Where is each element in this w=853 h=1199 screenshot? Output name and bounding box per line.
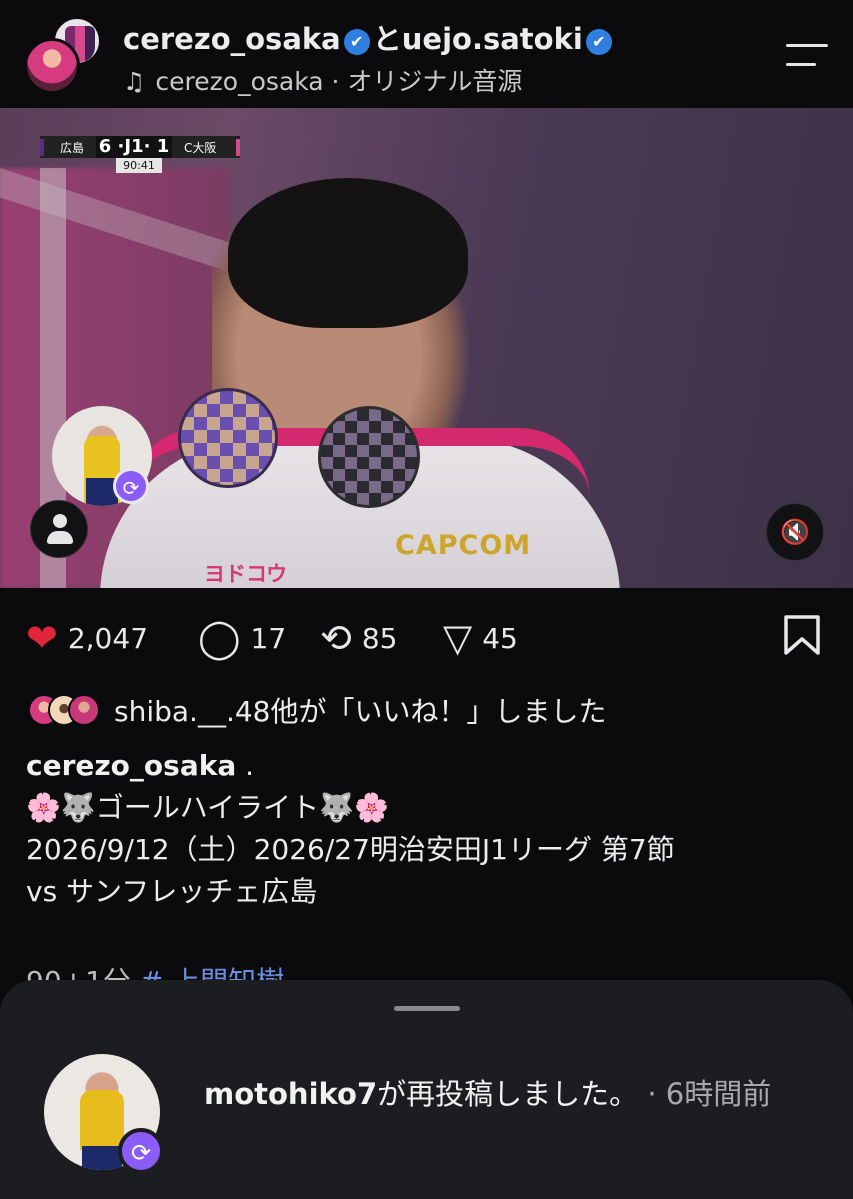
- audio-text: cerezo_osaka · オリジナル音源: [155, 67, 523, 96]
- like-count: 2,047: [67, 621, 149, 655]
- post-authors: cerezo_osaka ✔ とuejo.satoki ✔: [123, 16, 615, 58]
- author-connector: と: [372, 22, 402, 56]
- post-caption: cerezo_osaka . 🌸🐺ゴールハイライト🐺🌸 2026/9/12（土）…: [26, 745, 826, 913]
- away-team: C大阪: [172, 138, 240, 156]
- uejo-avatar[interactable]: [24, 38, 80, 94]
- caption-separator: .: [236, 749, 255, 782]
- mute-icon[interactable]: 🔇: [766, 503, 824, 561]
- music-note-icon: ♫: [123, 67, 146, 96]
- pixelated-user-bubble-2[interactable]: [318, 406, 420, 508]
- menu-icon[interactable]: [786, 44, 828, 68]
- jersey-shape: [80, 1090, 124, 1150]
- match-clock: 90:41: [116, 158, 162, 173]
- likes-summary[interactable]: shiba.__.48他が「いいね！」しました: [28, 688, 606, 732]
- sponsor-logo-secondary: ヨドコウ: [204, 562, 288, 586]
- verified-badge-icon-2: ✔: [585, 29, 612, 55]
- comment-button[interactable]: ◯ 17: [198, 618, 286, 658]
- collab-avatars[interactable]: [24, 16, 104, 96]
- score: 6 ·J1· 1: [96, 136, 172, 158]
- comment-count: 17: [250, 621, 287, 655]
- repost-sheet: ⟳ motohiko7が再投稿しました。 · 6時間前: [0, 980, 853, 1199]
- menu-line: [786, 44, 828, 47]
- pixelated-user-bubble[interactable]: [178, 388, 278, 488]
- person-icon-head: [53, 514, 67, 528]
- share-button[interactable]: ▽ 45: [443, 618, 518, 658]
- player-hair: [228, 178, 468, 328]
- caption-line-3: vs サンフレッチェ広島: [26, 875, 318, 908]
- account-secondary[interactable]: uejo.satoki: [402, 22, 583, 56]
- post-header: cerezo_osaka ✔ とuejo.satoki ✔ ♫ cerezo_osaka…: [0, 0, 853, 108]
- account-primary[interactable]: cerezo_osaka: [123, 22, 341, 56]
- caption-header: cerezo_osaka .: [26, 745, 826, 787]
- repost-button[interactable]: ⟲ 85: [320, 618, 397, 658]
- send-icon: ▽: [443, 616, 473, 660]
- heart-icon: ❤: [26, 616, 58, 660]
- action-bar: ❤ 2,047 ◯ 17 ⟲ 85 ▽ 45: [0, 588, 853, 688]
- repost-count: 85: [361, 621, 398, 655]
- scoreboard: 広島 6 ·J1· 1 C大阪: [40, 136, 240, 158]
- likes-text: shiba.__.48他が「いいね！」しました: [114, 695, 607, 728]
- repost-message: が再投稿しました。: [377, 1077, 639, 1111]
- person-icon-body: [47, 531, 73, 544]
- tagged-users-button[interactable]: [30, 500, 88, 558]
- repost-time: · 6時間前: [638, 1077, 772, 1111]
- shorts-shape: [82, 1146, 122, 1170]
- like-button[interactable]: ❤ 2,047: [26, 618, 148, 658]
- caption-line-2: 2026/9/12（土）2026/27明治安田J1リーグ 第7節: [26, 833, 675, 866]
- caption-username[interactable]: cerezo_osaka: [26, 749, 236, 782]
- sheet-drag-handle[interactable]: [394, 1006, 460, 1011]
- reposter-name[interactable]: motohiko7: [204, 1077, 377, 1111]
- caption-line-1: 🌸🐺ゴールハイライト🐺🌸: [26, 791, 389, 824]
- video-player[interactable]: CAPCOM ヨドコウ 広島 6 ·J1· 1 C大阪 90:41 ⟳ 🔇: [0, 108, 853, 588]
- bookmark-icon[interactable]: [782, 614, 822, 656]
- sponsor-logo: CAPCOM: [395, 530, 532, 561]
- verified-badge-icon: ✔: [343, 29, 370, 55]
- menu-line: [786, 63, 816, 66]
- repost-notice[interactable]: motohiko7が再投稿しました。 · 6時間前: [204, 1072, 804, 1116]
- comment-icon: ◯: [198, 616, 241, 660]
- repost-arrows-icon: ⟲: [320, 616, 352, 660]
- liker-avatar: [68, 694, 100, 726]
- repost-icon: ⟳: [113, 468, 149, 504]
- repost-icon: ⟳: [118, 1128, 164, 1174]
- audio-link[interactable]: ♫ cerezo_osaka · オリジナル音源: [123, 62, 522, 98]
- home-team: 広島: [40, 138, 96, 156]
- share-count: 45: [482, 621, 518, 655]
